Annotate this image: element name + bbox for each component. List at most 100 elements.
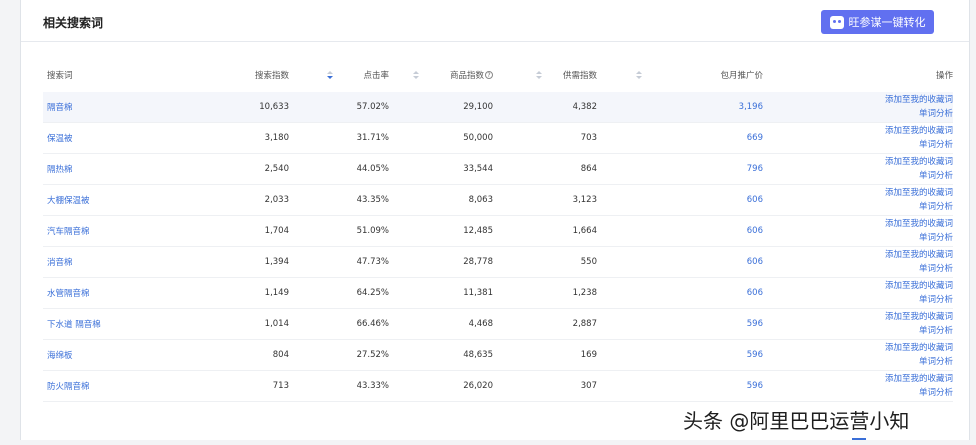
add-to-favorites-link[interactable]: 添加至我的收藏词 (885, 186, 953, 200)
search-index-value: 2,033 (264, 195, 289, 205)
add-to-favorites-link[interactable]: 添加至我的收藏词 (885, 248, 953, 262)
supply-demand-value: 169 (580, 350, 597, 360)
supply-demand-value: 550 (580, 257, 597, 267)
row-actions: 添加至我的收藏词 单词分析 (833, 340, 953, 370)
search-index-value: 1,149 (264, 288, 289, 298)
keyword-link[interactable]: 汽车隔音棉 (47, 216, 90, 246)
supply-demand-value: 1,238 (572, 288, 597, 298)
monthly-price-value[interactable]: 596 (663, 371, 763, 401)
add-to-favorites-link[interactable]: 添加至我的收藏词 (885, 310, 953, 324)
keyword-link[interactable]: 大棚保温被 (47, 185, 90, 215)
table-row: 隔热棉 2,540 44.05% 33,544 864 796 添加至我的收藏词 单词分析 (43, 154, 953, 185)
header-search-index[interactable]: 搜索指数 (223, 58, 289, 92)
monthly-price-value[interactable]: 596 (663, 309, 763, 339)
product-index-value: 8,063 (468, 195, 493, 205)
keyword-link[interactable]: 防火隔音棉 (47, 371, 90, 401)
add-to-favorites-link[interactable]: 添加至我的收藏词 (885, 341, 953, 355)
add-to-favorites-link[interactable]: 添加至我的收藏词 (885, 217, 953, 231)
add-to-favorites-link[interactable]: 添加至我的收藏词 (885, 124, 953, 138)
search-index-value: 2,540 (264, 164, 289, 174)
header-monthly-price: 包月推广价 (720, 71, 763, 81)
supply-demand-value: 864 (580, 164, 597, 174)
ctr-value: 64.25% (356, 288, 389, 298)
row-actions: 添加至我的收藏词 单词分析 (833, 185, 953, 215)
monthly-price-value[interactable]: 606 (663, 247, 763, 277)
table-body: 隔音棉 10,633 57.02% 29,100 4,382 3,196 添加至我的收藏词单… (43, 92, 953, 402)
table-row: 水管隔音棉 1,149 64.25% 11,381 1,238 606 添加至我的收藏词 单词… (43, 278, 953, 309)
word-analysis-link[interactable]: 单词分析 (919, 231, 953, 245)
sort-product-index-icon[interactable] (536, 71, 542, 80)
table-row: 海绵板 804 27.52% 48,635 169 596 添加至我的收藏词 单词分析 (43, 340, 953, 371)
table-row: 防火隔音棉 713 43.33% 26,020 307 596 添加至我的收藏词 单词分析 (43, 371, 953, 402)
robot-icon (829, 15, 844, 29)
keyword-link[interactable]: 海绵板 (47, 340, 73, 370)
ctr-value: 44.05% (356, 164, 389, 174)
row-actions: 添加至我的收藏词 单词分析 (833, 216, 953, 246)
convert-button-label: 旺参谋一键转化 (848, 16, 926, 29)
monthly-price-value[interactable]: 596 (663, 340, 763, 370)
keyword-link[interactable]: 下水道 隔音棉 (47, 309, 101, 339)
header-product-index[interactable]: 商品指数 ? (425, 58, 493, 92)
product-index-value: 33,544 (463, 164, 493, 174)
keyword-link[interactable]: 保温被 (47, 123, 73, 153)
ctr-value: 27.52% (356, 350, 389, 360)
add-to-favorites-link[interactable]: 添加至我的收藏词 (885, 155, 953, 169)
add-to-favorites-link[interactable]: 添加至我的收藏词 (885, 279, 953, 293)
monthly-price-value[interactable]: 796 (663, 154, 763, 184)
ctr-value: 43.35% (356, 195, 389, 205)
table-row: 汽车隔音棉 1,704 51.09% 12,485 1,664 606 添加至我的收藏词 单词… (43, 216, 953, 247)
header-supply-demand[interactable]: 供需指数 (543, 58, 597, 92)
add-to-favorites-link[interactable]: 添加至我的收藏词 (885, 372, 953, 386)
keyword-link[interactable]: 隔音棉 (47, 92, 73, 122)
word-analysis-link[interactable]: 单词分析 (919, 200, 953, 214)
supply-demand-value: 2,887 (572, 319, 597, 329)
word-analysis-link[interactable]: 单词分析 (919, 324, 953, 338)
product-index-value: 50,000 (463, 133, 493, 143)
header-ctr[interactable]: 点击率 (325, 58, 389, 92)
table-header: 搜索词 搜索指数 点击率 商品指数 ? 供需指数 包月推广价 操作 (43, 58, 953, 92)
ctr-value: 66.46% (356, 319, 389, 329)
word-analysis-link[interactable]: 单词分析 (919, 169, 953, 183)
table-row: 消音棉 1,394 47.73% 28,778 550 606 添加至我的收藏词 单词分析 (43, 247, 953, 278)
search-index-value: 10,633 (259, 102, 289, 112)
help-icon[interactable]: ? (485, 71, 493, 79)
header-keyword: 搜索词 (47, 71, 73, 81)
ctr-value: 43.33% (356, 381, 389, 391)
word-analysis-link[interactable]: 单词分析 (919, 262, 953, 276)
add-to-favorites-link[interactable]: 添加至我的收藏词 (885, 93, 953, 107)
scroll-indicator[interactable] (852, 438, 866, 440)
keyword-link[interactable]: 消音棉 (47, 247, 73, 277)
search-index-value: 1,014 (264, 319, 289, 329)
monthly-price-value[interactable]: 606 (663, 185, 763, 215)
monthly-price-value[interactable]: 3,196 (663, 92, 763, 122)
word-analysis-link[interactable]: 单词分析 (919, 107, 953, 121)
keyword-link[interactable]: 隔热棉 (47, 154, 73, 184)
ctr-value: 47.73% (356, 257, 389, 267)
related-keywords-panel: 相关搜索词 旺参谋一键转化 搜索词 搜索指数 点击率 商品指数 ? 供需指数 包… (20, 0, 970, 440)
search-index-value: 1,394 (264, 257, 289, 267)
word-analysis-link[interactable]: 单词分析 (919, 355, 953, 369)
supply-demand-value: 703 (580, 133, 597, 143)
row-actions: 添加至我的收藏词 单词分析 (833, 154, 953, 184)
word-analysis-link[interactable]: 单词分析 (919, 138, 953, 152)
row-actions: 添加至我的收藏词 单词分析 (833, 123, 953, 153)
product-index-value: 29,100 (463, 102, 493, 112)
search-index-value: 1,704 (264, 226, 289, 236)
one-click-convert-button[interactable]: 旺参谋一键转化 (821, 10, 934, 34)
row-actions: 添加至我的收藏词 单词分析 (833, 371, 953, 401)
monthly-price-value[interactable]: 669 (663, 123, 763, 153)
table-row: 下水道 隔音棉 1,014 66.46% 4,468 2,887 596 添加至我的收藏词单… (43, 309, 953, 340)
ctr-value: 51.09% (356, 226, 389, 236)
keyword-link[interactable]: 水管隔音棉 (47, 278, 90, 308)
panel-header: 相关搜索词 旺参谋一键转化 (21, 0, 969, 42)
header-product-index-label: 商品指数 (449, 71, 484, 81)
search-index-value: 804 (272, 350, 289, 360)
sort-ctr-icon[interactable] (413, 71, 419, 80)
monthly-price-value[interactable]: 606 (663, 216, 763, 246)
sort-supply-demand-icon[interactable] (636, 71, 642, 80)
panel-title: 相关搜索词 (43, 16, 104, 30)
product-index-value: 12,485 (463, 226, 493, 236)
monthly-price-value[interactable]: 606 (663, 278, 763, 308)
word-analysis-link[interactable]: 单词分析 (919, 386, 953, 400)
word-analysis-link[interactable]: 单词分析 (919, 293, 953, 307)
